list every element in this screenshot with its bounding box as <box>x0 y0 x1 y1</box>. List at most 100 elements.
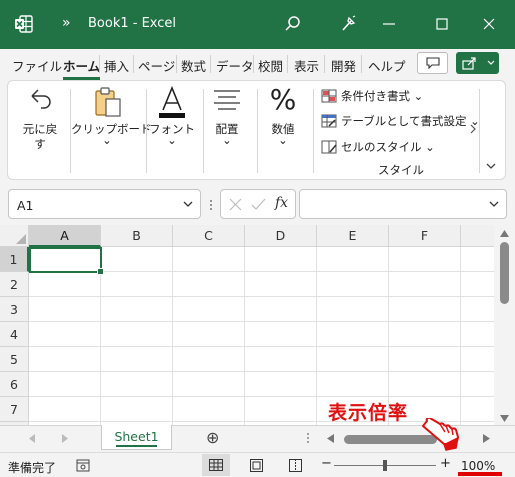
cancel-icon[interactable] <box>229 198 242 211</box>
grid-cell[interactable] <box>245 322 317 347</box>
grid-cell[interactable] <box>101 272 173 297</box>
zoom-out-button[interactable]: − <box>321 456 332 471</box>
grid-cell[interactable] <box>101 372 173 397</box>
insert-function-button[interactable]: fx <box>275 195 288 211</box>
column-header-e[interactable]: E <box>317 225 389 247</box>
scroll-right-icon[interactable] <box>483 434 490 443</box>
grid-cell[interactable] <box>317 272 389 297</box>
grid-cell[interactable] <box>389 322 461 347</box>
grid-cell[interactable] <box>101 247 173 272</box>
grid-cell[interactable] <box>101 297 173 322</box>
grid-cell[interactable] <box>317 297 389 322</box>
more-options-icon[interactable] <box>209 199 213 211</box>
minimize-button[interactable] <box>375 10 403 38</box>
row-header-3[interactable]: 3 <box>0 297 29 322</box>
next-sheet-icon[interactable] <box>62 434 68 443</box>
zoom-level[interactable]: 100% <box>461 459 495 473</box>
zoom-in-button[interactable]: + <box>440 456 451 471</box>
share-button[interactable] <box>456 52 499 74</box>
tab-home[interactable]: ホーム <box>63 56 101 80</box>
grid-cell[interactable] <box>389 347 461 372</box>
tab-view[interactable]: 表示 <box>294 56 319 75</box>
tab-help[interactable]: ヘルプ <box>368 56 406 75</box>
page-break-preview-icon[interactable] <box>289 459 302 472</box>
grid-cell[interactable] <box>29 397 101 422</box>
grid-cell[interactable] <box>245 297 317 322</box>
scroll-down-icon[interactable] <box>500 415 509 422</box>
coauthor-button[interactable] <box>334 10 362 38</box>
grid-cell[interactable] <box>29 322 101 347</box>
format-as-table-button[interactable]: テーブルとして書式設定 ⌄ <box>321 113 480 129</box>
tab-file[interactable]: ファイル <box>12 56 62 75</box>
grid-cell[interactable] <box>389 297 461 322</box>
row-header-7[interactable]: 7 <box>0 397 29 422</box>
quick-access-chevron-icon[interactable]: » <box>62 15 71 31</box>
column-header-d[interactable]: D <box>245 225 317 247</box>
grid-cell[interactable] <box>173 247 245 272</box>
enter-check-icon[interactable] <box>251 198 266 211</box>
row-header-2[interactable]: 2 <box>0 272 29 297</box>
conditional-formatting-button[interactable]: 条件付き書式 ⌄ <box>321 88 423 104</box>
grid-cell[interactable] <box>29 297 101 322</box>
column-header-f[interactable]: F <box>389 225 461 247</box>
column-header-b[interactable]: B <box>101 225 173 247</box>
cell-styles-button[interactable]: セルのスタイル ⌄ <box>321 139 435 155</box>
collapse-ribbon-icon[interactable] <box>485 161 497 171</box>
number-group[interactable]: % 数値 ⌄ <box>258 81 308 179</box>
grid-cell[interactable] <box>245 247 317 272</box>
row-header-5[interactable]: 5 <box>0 347 29 372</box>
vertical-scrollbar[interactable] <box>494 225 515 425</box>
grid-cell[interactable] <box>461 297 494 322</box>
grid-cell[interactable] <box>461 347 494 372</box>
split-handle-icon[interactable] <box>306 432 310 444</box>
scroll-left-icon[interactable] <box>327 434 334 443</box>
column-header-a[interactable]: A <box>29 225 101 247</box>
grid-cell[interactable] <box>29 372 101 397</box>
grid-cell[interactable] <box>173 322 245 347</box>
tab-page-layout[interactable]: ページ <box>138 56 175 75</box>
grid-cell[interactable] <box>173 397 245 422</box>
undo-group[interactable]: 元に戻 す <box>14 81 66 179</box>
chevron-down-icon[interactable] <box>182 198 194 210</box>
grid-cell[interactable] <box>461 322 494 347</box>
column-header-c[interactable]: C <box>173 225 245 247</box>
grid-cell[interactable] <box>173 347 245 372</box>
comments-button[interactable] <box>417 52 448 74</box>
grid-cell[interactable] <box>389 372 461 397</box>
clipboard-group[interactable]: クリップボード ⌄ <box>71 81 152 179</box>
chevron-right-icon[interactable] <box>469 124 477 134</box>
grid-cell[interactable] <box>461 372 494 397</box>
grid-cell[interactable] <box>317 347 389 372</box>
grid-cell[interactable] <box>101 347 173 372</box>
grid-cell[interactable] <box>245 372 317 397</box>
horizontal-scrollbar[interactable] <box>337 430 487 446</box>
sheet-tab-sheet1[interactable]: Sheet1 <box>101 425 172 450</box>
column-header-partial[interactable] <box>461 225 494 247</box>
grid-cell[interactable] <box>461 397 494 422</box>
excel-app-icon[interactable] <box>14 14 34 34</box>
grid-cell[interactable] <box>173 297 245 322</box>
grid-cell[interactable] <box>389 247 461 272</box>
worksheet-grid[interactable]: ABCDEF 1234567 <box>0 225 494 425</box>
tab-insert[interactable]: 挿入 <box>104 56 129 75</box>
tab-formulas[interactable]: 数式 <box>181 56 206 75</box>
row-header-1[interactable]: 1 <box>0 247 29 272</box>
scroll-up-icon[interactable] <box>500 230 509 237</box>
grid-cell[interactable] <box>101 322 173 347</box>
vertical-scroll-thumb[interactable] <box>500 242 509 304</box>
grid-cell[interactable] <box>173 372 245 397</box>
zoom-slider-thumb[interactable] <box>383 460 387 471</box>
select-all-corner[interactable] <box>0 225 29 247</box>
page-layout-icon[interactable] <box>250 459 263 472</box>
grid-cell[interactable] <box>317 322 389 347</box>
font-group[interactable]: フォント ⌄ <box>147 81 197 179</box>
expand-formula-icon[interactable] <box>488 198 500 210</box>
grid-cell[interactable] <box>29 272 101 297</box>
tab-developer[interactable]: 開発 <box>331 56 356 75</box>
grid-cell[interactable] <box>389 272 461 297</box>
formula-input[interactable] <box>299 189 507 219</box>
active-cell[interactable] <box>29 247 104 275</box>
search-button[interactable] <box>279 10 307 38</box>
grid-cell[interactable] <box>245 347 317 372</box>
tab-data[interactable]: データ <box>216 56 254 75</box>
